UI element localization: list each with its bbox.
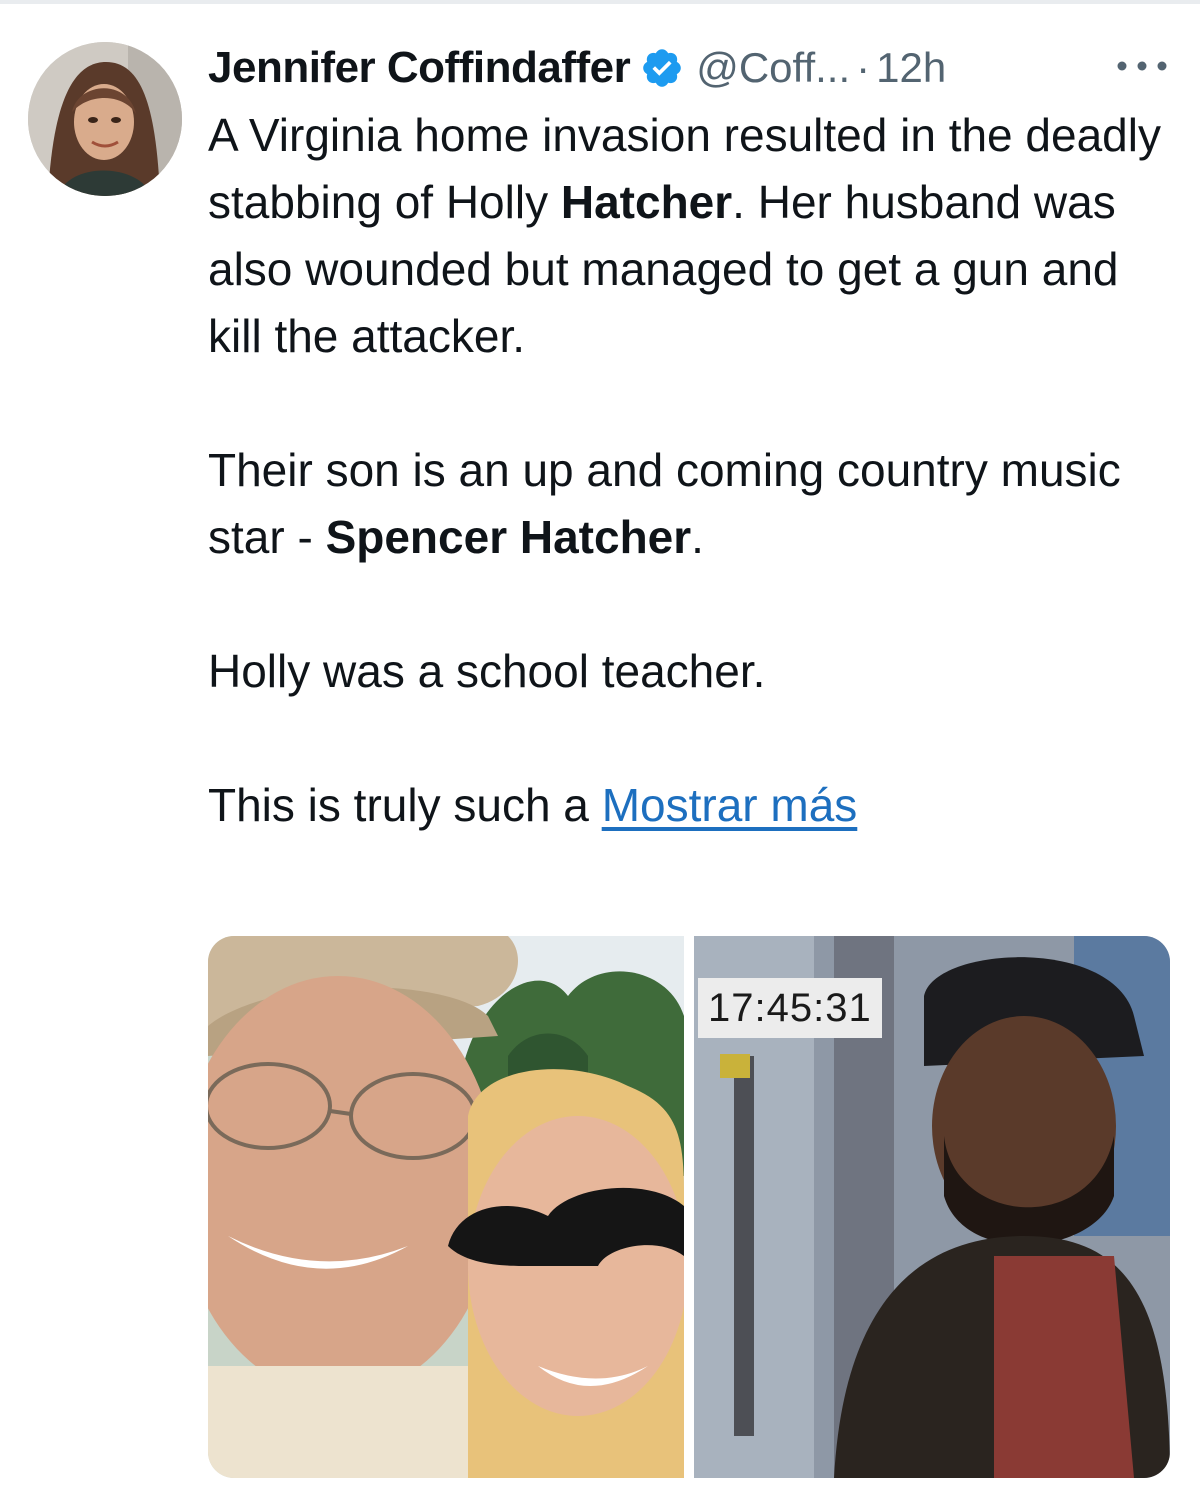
tweet-paragraph-2: Their son is an up and coming country mu…	[208, 444, 1121, 563]
header-separator: ·	[856, 44, 871, 91]
tweet-body: A Virginia home invasion resulted in the…	[208, 102, 1168, 839]
tweet-timestamp[interactable]: 12h	[876, 44, 946, 92]
tweet-media: 17:45:31	[208, 936, 1170, 1478]
tweet-header: Jennifer Coffindaffer @Coff... · 12h	[208, 38, 946, 98]
highlight-hatcher: Hatcher	[560, 176, 733, 228]
couple-selfie-photo[interactable]	[208, 936, 684, 1478]
tweet-paragraph-3: Holly was a school teacher.	[208, 645, 766, 697]
surveillance-timestamp: 17:45:31	[698, 978, 882, 1038]
tweet-paragraph-4: This is truly such a Mostrar más	[208, 779, 858, 831]
avatar-photo-icon	[28, 42, 182, 196]
show-more-link[interactable]: Mostrar más	[602, 779, 858, 831]
media-separator	[684, 936, 694, 1478]
author-display-name[interactable]: Jennifer Coffindaffer	[208, 43, 631, 93]
author-avatar[interactable]	[28, 42, 182, 196]
tweet-paragraph-1: A Virginia home invasion resulted in the…	[208, 109, 1161, 362]
top-divider	[0, 0, 1200, 4]
ellipsis-icon[interactable]	[1112, 54, 1172, 78]
couple-photo-image	[208, 936, 684, 1478]
author-handle[interactable]: @Coff...	[696, 44, 850, 92]
highlight-spencer-hatcher: Spencer Hatcher	[325, 511, 692, 563]
surveillance-still-photo[interactable]: 17:45:31	[694, 936, 1170, 1478]
verified-badge-icon[interactable]	[640, 46, 684, 90]
